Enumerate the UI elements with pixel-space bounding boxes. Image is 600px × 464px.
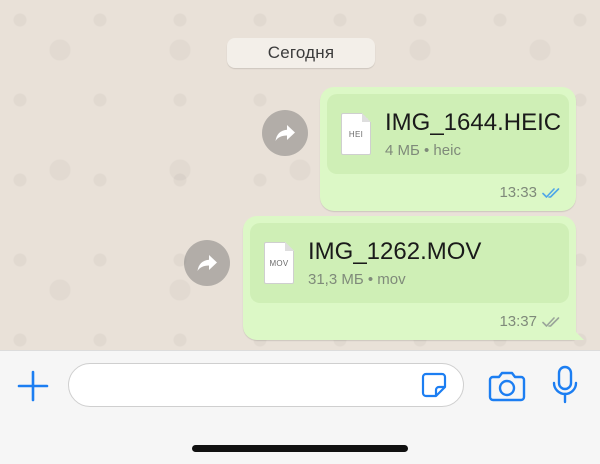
file-type-label: MOV: [269, 258, 289, 268]
message-status: 13:33: [499, 184, 562, 201]
document-icon: MOV: [264, 242, 294, 284]
file-attachment[interactable]: MOV IMG_1262.MOV 31,3 МБ • mov: [250, 223, 569, 303]
message-bubble[interactable]: HEI IMG_1644.HEIC 4 МБ • heic 13:33: [320, 87, 576, 211]
message-time: 13:33: [499, 184, 537, 201]
microphone-icon[interactable]: [552, 365, 578, 405]
document-icon: HEI: [341, 113, 371, 155]
file-meta: 4 МБ • heic: [385, 142, 461, 159]
file-meta: 31,3 МБ • mov: [308, 271, 406, 288]
chat-background: Сегодня HEI IMG_1644.HEIC 4 МБ • heic 13…: [0, 0, 600, 350]
date-separator-label: Сегодня: [267, 43, 335, 62]
double-check-delivered-icon: [542, 316, 560, 327]
forward-button[interactable]: [184, 240, 230, 286]
camera-icon[interactable]: [488, 369, 526, 403]
file-name: IMG_1262.MOV: [308, 238, 482, 265]
double-check-read-icon: [542, 187, 560, 198]
message-bubble[interactable]: MOV IMG_1262.MOV 31,3 МБ • mov 13:37: [243, 216, 576, 340]
file-name: IMG_1644.HEIC: [385, 109, 562, 136]
date-separator: Сегодня: [227, 38, 375, 68]
forward-button[interactable]: [262, 110, 308, 156]
sticker-icon[interactable]: [420, 371, 448, 399]
forward-arrow-icon: [197, 255, 217, 271]
home-indicator: [192, 445, 408, 452]
plus-icon[interactable]: [16, 369, 50, 403]
message-time: 13:37: [499, 313, 537, 330]
message-input[interactable]: [68, 363, 464, 407]
file-type-label: HEI: [348, 129, 364, 139]
message-input-bar: [0, 350, 600, 464]
forward-arrow-icon: [275, 125, 295, 141]
message-status: 13:37: [499, 313, 562, 330]
file-attachment[interactable]: HEI IMG_1644.HEIC 4 МБ • heic: [327, 94, 569, 174]
